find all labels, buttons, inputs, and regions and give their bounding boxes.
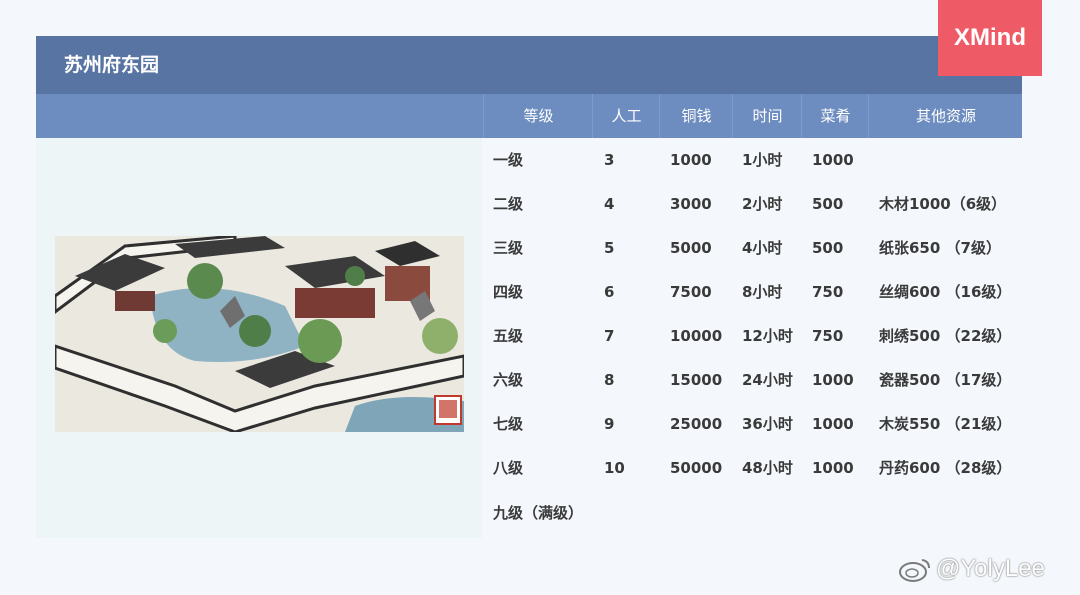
table-row: 七级 9 25000 36小时 1000 木炭550 （21级）	[483, 402, 1022, 446]
time-cell: 48小时	[742, 459, 793, 477]
time-cell: 8小时	[742, 283, 783, 301]
header-dishes: 菜肴	[801, 94, 869, 138]
header-level: 等级	[483, 94, 593, 138]
table-row: 三级 5 5000 4小时 500 纸张650 （7级）	[483, 226, 1022, 270]
time-cell: 24小时	[742, 371, 793, 389]
labor-cell: 10	[604, 459, 625, 477]
level-cell: 九级（满级）	[493, 504, 584, 522]
dishes-cell: 1000	[812, 151, 854, 169]
other-resources-cell: 木炭550 （21级）	[879, 415, 1012, 433]
page-title: 苏州府东园	[64, 54, 160, 76]
dishes-cell: 500	[812, 239, 844, 257]
level-cell: 四级	[493, 283, 524, 301]
other-resources-cell: 木材1000（6级）	[879, 195, 1007, 213]
coins-cell: 3000	[670, 195, 712, 213]
dishes-cell: 1000	[812, 459, 854, 477]
labor-cell: 8	[604, 371, 615, 389]
title-bar: 苏州府东园	[36, 36, 1022, 94]
weibo-icon	[899, 559, 930, 582]
coins-cell: 25000	[670, 415, 723, 433]
labor-cell: 5	[604, 239, 615, 257]
time-cell: 4小时	[742, 239, 783, 257]
dishes-cell: 750	[812, 327, 844, 345]
coins-cell: 1000	[670, 151, 712, 169]
level-cell: 七级	[493, 415, 524, 433]
other-resources-cell: 丹药600 （28级）	[879, 459, 1012, 477]
coins-cell: 50000	[670, 459, 723, 477]
header-time: 时间	[732, 94, 802, 138]
garden-illustration-svg	[55, 236, 464, 432]
other-resources-cell: 刺绣500 （22级）	[879, 327, 1012, 345]
level-cell: 六级	[493, 371, 524, 389]
coins-cell: 15000	[670, 371, 723, 389]
dishes-cell: 750	[812, 283, 844, 301]
level-cell: 二级	[493, 195, 524, 213]
header-coins: 铜钱	[659, 94, 733, 138]
table-header-row: 等级 人工 铜钱 时间 菜肴 其他资源	[36, 94, 1022, 138]
coins-cell: 5000	[670, 239, 712, 257]
labor-cell: 4	[604, 195, 615, 213]
table-row: 六级 8 15000 24小时 1000 瓷器500 （17级）	[483, 358, 1022, 402]
table-row: 九级（满级）	[483, 491, 1022, 535]
header-other-resources: 其他资源	[868, 94, 1023, 138]
table-row: 八级 10 50000 48小时 1000 丹药600 （28级）	[483, 446, 1022, 490]
time-cell: 36小时	[742, 415, 793, 433]
level-cell: 五级	[493, 327, 524, 345]
other-resources-cell: 瓷器500 （17级）	[879, 371, 1012, 389]
labor-cell: 9	[604, 415, 615, 433]
dishes-cell: 500	[812, 195, 844, 213]
table-row: 一级 3 1000 1小时 1000	[483, 138, 1022, 182]
table-row: 五级 7 10000 12小时 750 刺绣500 （22级）	[483, 314, 1022, 358]
table-row: 四级 6 7500 8小时 750 丝绸600 （16级）	[483, 270, 1022, 314]
dishes-cell: 1000	[812, 371, 854, 389]
header-labor: 人工	[592, 94, 660, 138]
table-row: 二级 4 3000 2小时 500 木材1000（6级）	[483, 182, 1022, 226]
xmind-logo: XMind	[938, 0, 1042, 76]
dishes-cell: 1000	[812, 415, 854, 433]
level-cell: 八级	[493, 459, 524, 477]
labor-cell: 6	[604, 283, 615, 301]
level-cell: 三级	[493, 239, 524, 257]
weibo-watermark: @YolyLee	[898, 552, 1045, 586]
coins-cell: 7500	[670, 283, 712, 301]
time-cell: 1小时	[742, 151, 783, 169]
watermark-text: @YolyLee	[936, 555, 1045, 582]
time-cell: 12小时	[742, 327, 793, 345]
other-resources-cell: 丝绸600 （16级）	[879, 283, 1012, 301]
level-cell: 一级	[493, 151, 524, 169]
coins-cell: 10000	[670, 327, 723, 345]
time-cell: 2小时	[742, 195, 783, 213]
labor-cell: 3	[604, 151, 615, 169]
labor-cell: 7	[604, 327, 615, 345]
other-resources-cell: 纸张650 （7级）	[879, 239, 1001, 257]
garden-illustration	[55, 236, 464, 432]
